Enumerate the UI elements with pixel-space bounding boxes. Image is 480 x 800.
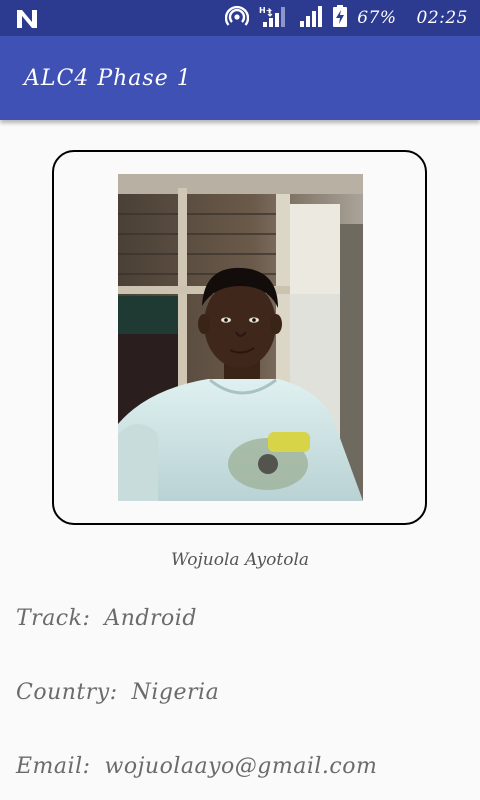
country-value: Nigeria (131, 680, 220, 705)
cell-signal-icon (299, 5, 323, 31)
battery-percent: 67% (357, 8, 397, 28)
app-bar: ALC4 Phase 1 (0, 36, 480, 120)
track-row: Track: Android (16, 606, 197, 631)
clock: 02:25 (416, 8, 468, 28)
country-label: Country: (16, 680, 118, 705)
profile-name: Wojuola Ayotola (170, 550, 310, 570)
status-icons: H+ 67% 02:25 (225, 5, 468, 31)
profile-photo (118, 174, 363, 501)
battery-charging-icon (333, 5, 348, 31)
h-plus-signal-icon: H+ (259, 5, 289, 31)
hotspot-icon (225, 5, 250, 31)
n-notification-icon (14, 8, 40, 30)
app-title: ALC4 Phase 1 (24, 66, 192, 91)
profile-card (52, 150, 427, 525)
email-row: Email: wojuolaayo@gmail.com (16, 754, 377, 779)
track-value: Android (104, 606, 197, 631)
email-label: Email: (16, 754, 91, 779)
status-bar: H+ 67% 02:25 (0, 0, 480, 36)
email-value[interactable]: wojuolaayo@gmail.com (105, 754, 378, 779)
track-label: Track: (16, 606, 91, 631)
country-row: Country: Nigeria (16, 680, 219, 705)
